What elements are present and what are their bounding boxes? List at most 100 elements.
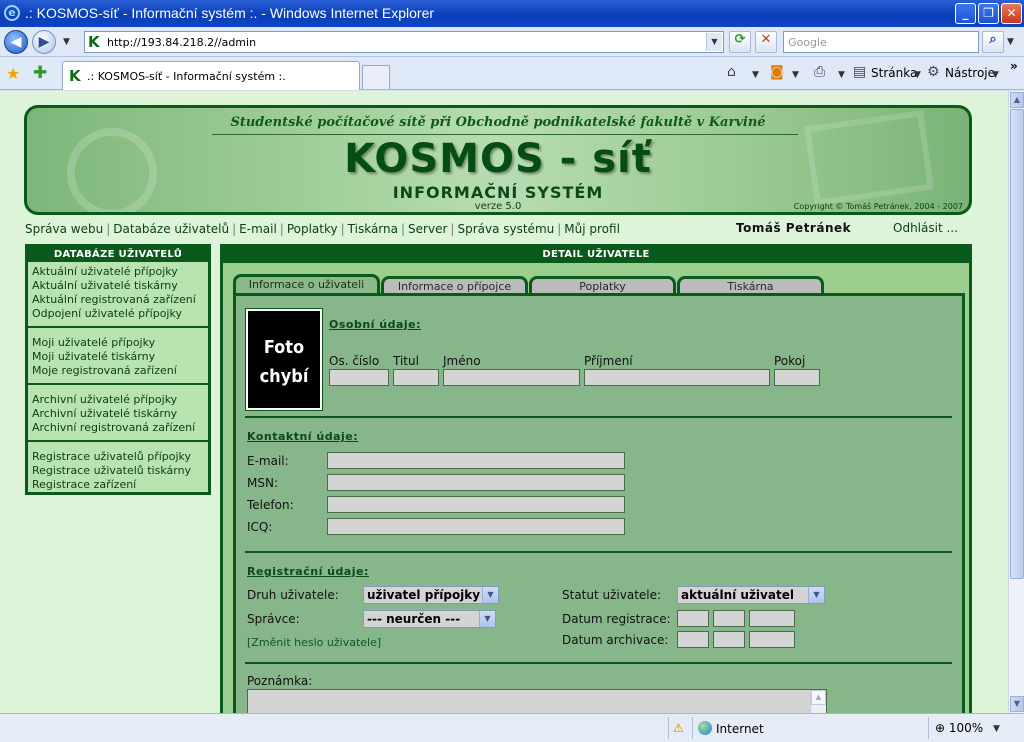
sidebar-group-mine: Moji uživatelé přípojky Moji uživatelé t… xyxy=(28,328,208,385)
scroll-down-icon[interactable]: ▼ xyxy=(1010,696,1024,712)
sidebar-group-registration: Registrace uživatelů přípojky Registrace… xyxy=(28,442,208,497)
logout-link[interactable]: Odhlásit ... xyxy=(893,221,958,235)
window-title: .: KOSMOS-síť - Informační systém :. - W… xyxy=(25,5,435,21)
admin-select[interactable]: --- neurčen --- ▼ xyxy=(363,610,496,628)
maximize-button[interactable]: ❐ xyxy=(978,3,999,24)
personal-id-field[interactable] xyxy=(329,369,389,386)
sidebar-item[interactable]: Registrace uživatelů přípojky xyxy=(32,450,208,464)
add-favorite-icon[interactable]: ✚ xyxy=(33,63,47,83)
nav-tiskarna[interactable]: Tiskárna xyxy=(348,222,398,236)
stop-button[interactable]: ✕ xyxy=(755,31,777,53)
feeds-dropdown-icon[interactable]: ▼ xyxy=(792,70,799,80)
user-status-label: Statut uživatele: xyxy=(562,588,662,602)
page-menu[interactable]: Stránka xyxy=(871,66,917,80)
print-icon[interactable]: ⎙ xyxy=(814,64,825,80)
sidebar-item[interactable]: Moji uživatelé tiskárny xyxy=(32,350,208,364)
nav-separator: | xyxy=(279,222,284,236)
home-dropdown-icon[interactable]: ▼ xyxy=(752,70,759,80)
status-separator xyxy=(668,717,669,739)
registration-day-field[interactable] xyxy=(677,610,709,627)
first-name-field[interactable] xyxy=(443,369,580,386)
site-tagline: Studentské počítačové sítě při Obchodně … xyxy=(230,115,766,130)
nav-separator: | xyxy=(557,222,562,236)
feeds-icon[interactable]: ◙ xyxy=(770,64,784,80)
textarea-scrollbar[interactable]: ▲ xyxy=(810,690,826,713)
minimize-button[interactable]: _ xyxy=(955,3,976,24)
scroll-up-icon[interactable]: ▲ xyxy=(811,690,826,705)
room-field[interactable] xyxy=(774,369,820,386)
archive-year-field[interactable] xyxy=(749,631,795,648)
nav-server[interactable]: Server xyxy=(408,222,447,236)
print-dropdown-icon[interactable]: ▼ xyxy=(838,70,845,80)
site-subtitle: INFORMAČNÍ SYSTÉM xyxy=(392,183,604,202)
protected-mode-icon: ⚠ xyxy=(673,721,684,735)
sidebar-item[interactable]: Archivní uživatelé přípojky xyxy=(32,393,208,407)
nav-databaze-uzivatelu[interactable]: Databáze uživatelů xyxy=(113,222,229,236)
sidebar-item[interactable]: Archivní uživatelé tiskárny xyxy=(32,407,208,421)
sidebar-item[interactable]: Archivní registrovaná zařízení xyxy=(32,421,208,435)
tools-dropdown-icon[interactable]: ▼ xyxy=(992,70,999,80)
browser-tab-label: .: KOSMOS-síť - Informační systém :. xyxy=(87,70,286,83)
new-tab-button[interactable] xyxy=(362,65,390,89)
email-field[interactable] xyxy=(327,452,625,469)
nav-sprava-webu[interactable]: Správa webu xyxy=(25,222,103,236)
zoom-dropdown-icon[interactable]: ▼ xyxy=(993,724,1000,734)
user-detail-panel: DETAIL UŽIVATELE Informace o uživateli I… xyxy=(220,244,972,713)
registration-year-field[interactable] xyxy=(749,610,795,627)
icq-field[interactable] xyxy=(327,518,625,535)
favorites-star-icon[interactable]: ★ xyxy=(6,64,20,83)
nav-muj-profil[interactable]: Můj profil xyxy=(564,222,620,236)
refresh-button[interactable]: ⟳ xyxy=(729,31,751,53)
address-dropdown-icon[interactable]: ▼ xyxy=(706,33,722,51)
sidebar-item[interactable]: Aktuální uživatelé přípojky xyxy=(32,265,208,279)
user-status-select[interactable]: aktuální uživatel ▼ xyxy=(677,586,825,604)
page-dropdown-icon[interactable]: ▼ xyxy=(914,70,921,80)
msn-field[interactable] xyxy=(327,474,625,491)
chevron-more-icon[interactable]: » xyxy=(1010,59,1018,73)
last-name-label: Příjmení xyxy=(584,354,633,368)
history-dropdown-icon[interactable]: ▼ xyxy=(63,37,70,47)
note-label: Poznámka: xyxy=(247,674,313,688)
archive-date-label: Datum archivace: xyxy=(562,633,669,647)
page-scrollbar[interactable]: ▲ ▼ xyxy=(1008,91,1024,713)
close-button[interactable]: ✕ xyxy=(1001,3,1022,24)
sidebar-item[interactable]: Registrace uživatelů tiskárny xyxy=(32,464,208,478)
sidebar: DATABÁZE UŽIVATELŮ Aktuální uživatelé př… xyxy=(25,244,211,495)
chevron-down-icon: ▼ xyxy=(808,587,824,603)
nav-poplatky[interactable]: Poplatky xyxy=(287,222,338,236)
sidebar-item[interactable]: Moje registrovaná zařízení xyxy=(32,364,208,378)
note-textarea[interactable]: ▲ xyxy=(247,689,827,713)
msn-label: MSN: xyxy=(247,476,278,490)
tools-menu[interactable]: Nástroje xyxy=(945,66,995,80)
last-name-field[interactable] xyxy=(584,369,770,386)
browser-tab-active[interactable]: K .: KOSMOS-síť - Informační systém :. xyxy=(62,61,360,90)
registration-month-field[interactable] xyxy=(713,610,745,627)
search-options-icon[interactable]: ▼ xyxy=(1007,37,1014,47)
sidebar-item[interactable]: Registrace zařízení xyxy=(32,478,208,492)
phone-field[interactable] xyxy=(327,496,625,513)
title-field[interactable] xyxy=(393,369,439,386)
sidebar-item[interactable]: Moji uživatelé přípojky xyxy=(32,336,208,350)
nav-email[interactable]: E-mail xyxy=(239,222,277,236)
search-input[interactable]: Google xyxy=(783,31,979,53)
section-divider xyxy=(245,662,952,664)
nav-sprava-systemu[interactable]: Správa systému xyxy=(457,222,554,236)
scroll-up-icon[interactable]: ▲ xyxy=(1010,92,1024,108)
sidebar-item[interactable]: Odpojení uživatelé přípojky xyxy=(32,307,208,321)
user-type-select[interactable]: uživatel přípojky ▼ xyxy=(363,586,499,604)
nav-separator: | xyxy=(106,222,111,236)
address-input[interactable]: K http://193.84.218.2//admin ▼ xyxy=(84,31,724,53)
back-button[interactable]: ◀ xyxy=(4,30,28,54)
search-button[interactable]: ⌕ xyxy=(982,31,1004,53)
sidebar-item[interactable]: Aktuální uživatelé tiskárny xyxy=(32,279,208,293)
archive-month-field[interactable] xyxy=(713,631,745,648)
change-password-link[interactable]: [Změnit heslo uživatele] xyxy=(247,636,381,649)
home-icon[interactable]: ⌂ xyxy=(727,64,736,80)
zoom-control[interactable]: ⊕ 100% xyxy=(935,721,983,735)
phone-label: Telefon: xyxy=(247,498,294,512)
registration-section-title: Registrační údaje: xyxy=(247,565,369,578)
sidebar-item[interactable]: Aktuální registrovaná zařízení xyxy=(32,293,208,307)
forward-button[interactable]: ▶ xyxy=(32,30,56,54)
scrollbar-thumb[interactable] xyxy=(1010,109,1024,579)
archive-day-field[interactable] xyxy=(677,631,709,648)
